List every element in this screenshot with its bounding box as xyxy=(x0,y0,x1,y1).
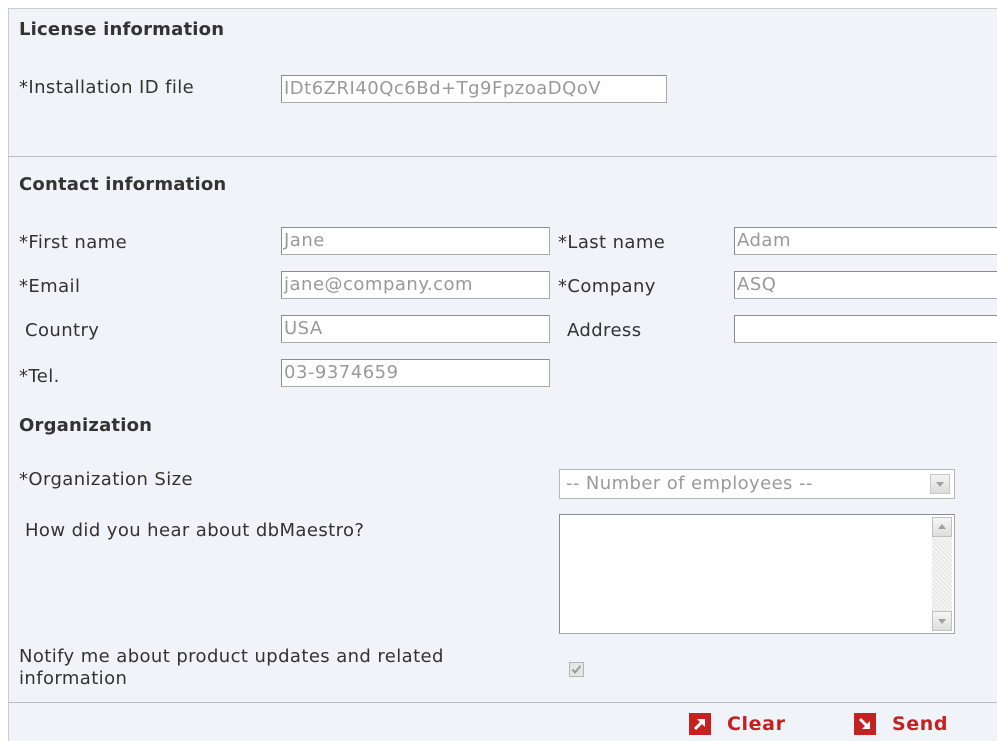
company-label: *Company xyxy=(558,276,656,297)
address-label: Address xyxy=(567,320,642,341)
section-divider xyxy=(9,156,997,157)
tel-label: *Tel. xyxy=(19,366,60,387)
last-name-field[interactable]: Adam xyxy=(734,227,997,255)
send-button[interactable]: Send xyxy=(854,711,948,737)
hear-about-textarea[interactable] xyxy=(559,514,955,634)
installation-id-field[interactable]: IDt6ZRI40Qc6Bd+Tg9FpzoaDQoV xyxy=(281,75,667,103)
scroll-down-icon[interactable] xyxy=(932,611,952,631)
hear-about-label: How did you hear about dbMaestro? xyxy=(25,520,365,541)
scroll-up-icon[interactable] xyxy=(932,517,952,537)
textarea-scrollbar[interactable] xyxy=(932,517,952,631)
notify-label-line1: Notify me about product updates and rela… xyxy=(19,646,444,667)
tel-field[interactable]: 03-9374659 xyxy=(281,359,550,387)
registration-form: License information *Installation ID fil… xyxy=(8,8,997,741)
notify-label: Notify me about product updates and rela… xyxy=(19,646,444,690)
organization-size-select[interactable]: -- Number of employees -- xyxy=(559,469,955,499)
company-field[interactable]: ASQ xyxy=(734,271,997,299)
footer-divider xyxy=(9,702,997,703)
clear-button-label: Clear xyxy=(727,713,786,735)
email-label: *Email xyxy=(19,276,81,297)
arrow-up-right-icon xyxy=(689,713,711,735)
contact-section-title: Contact information xyxy=(19,174,227,195)
license-section-title: License information xyxy=(19,19,225,40)
first-name-field[interactable]: Jane xyxy=(281,227,550,255)
chevron-down-icon[interactable] xyxy=(930,474,950,494)
address-field[interactable] xyxy=(734,315,997,343)
send-button-label: Send xyxy=(892,713,949,735)
organization-size-label: *Organization Size xyxy=(19,469,193,490)
organization-size-value: -- Number of employees -- xyxy=(566,473,813,494)
organization-section-title: Organization xyxy=(19,415,153,436)
email-field[interactable]: jane@company.com xyxy=(281,271,550,299)
notify-checkbox[interactable] xyxy=(569,662,584,677)
first-name-label: *First name xyxy=(19,232,128,253)
country-field[interactable]: USA xyxy=(281,315,550,343)
arrow-down-right-icon xyxy=(854,713,876,735)
installation-id-label: *Installation ID file xyxy=(19,77,195,98)
country-label: Country xyxy=(25,320,100,341)
clear-button[interactable]: Clear xyxy=(689,711,786,737)
checkmark-icon xyxy=(571,665,582,675)
notify-label-line2: information xyxy=(19,668,128,689)
last-name-label: *Last name xyxy=(558,232,666,253)
